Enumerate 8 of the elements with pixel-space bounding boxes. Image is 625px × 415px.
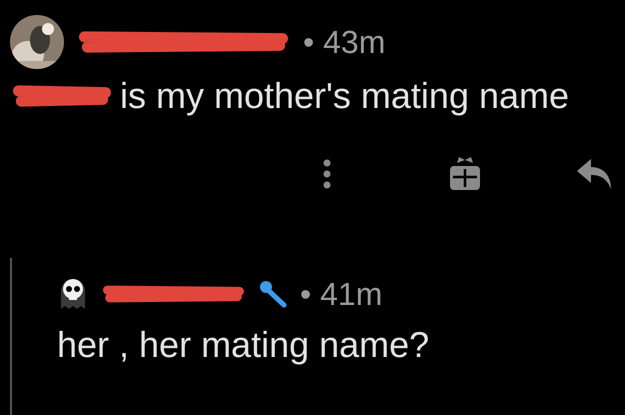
more-options-icon[interactable] [323,159,331,189]
comment-text: is my mother's mating name [120,74,570,118]
microphone-icon [258,279,288,309]
timestamp: • 41m [300,275,382,314]
reply-arrow-icon[interactable] [577,157,613,191]
timestamp: • 43m [303,23,386,62]
comment-text: her , her mating name? [57,323,430,367]
gift-icon[interactable] [449,157,481,191]
